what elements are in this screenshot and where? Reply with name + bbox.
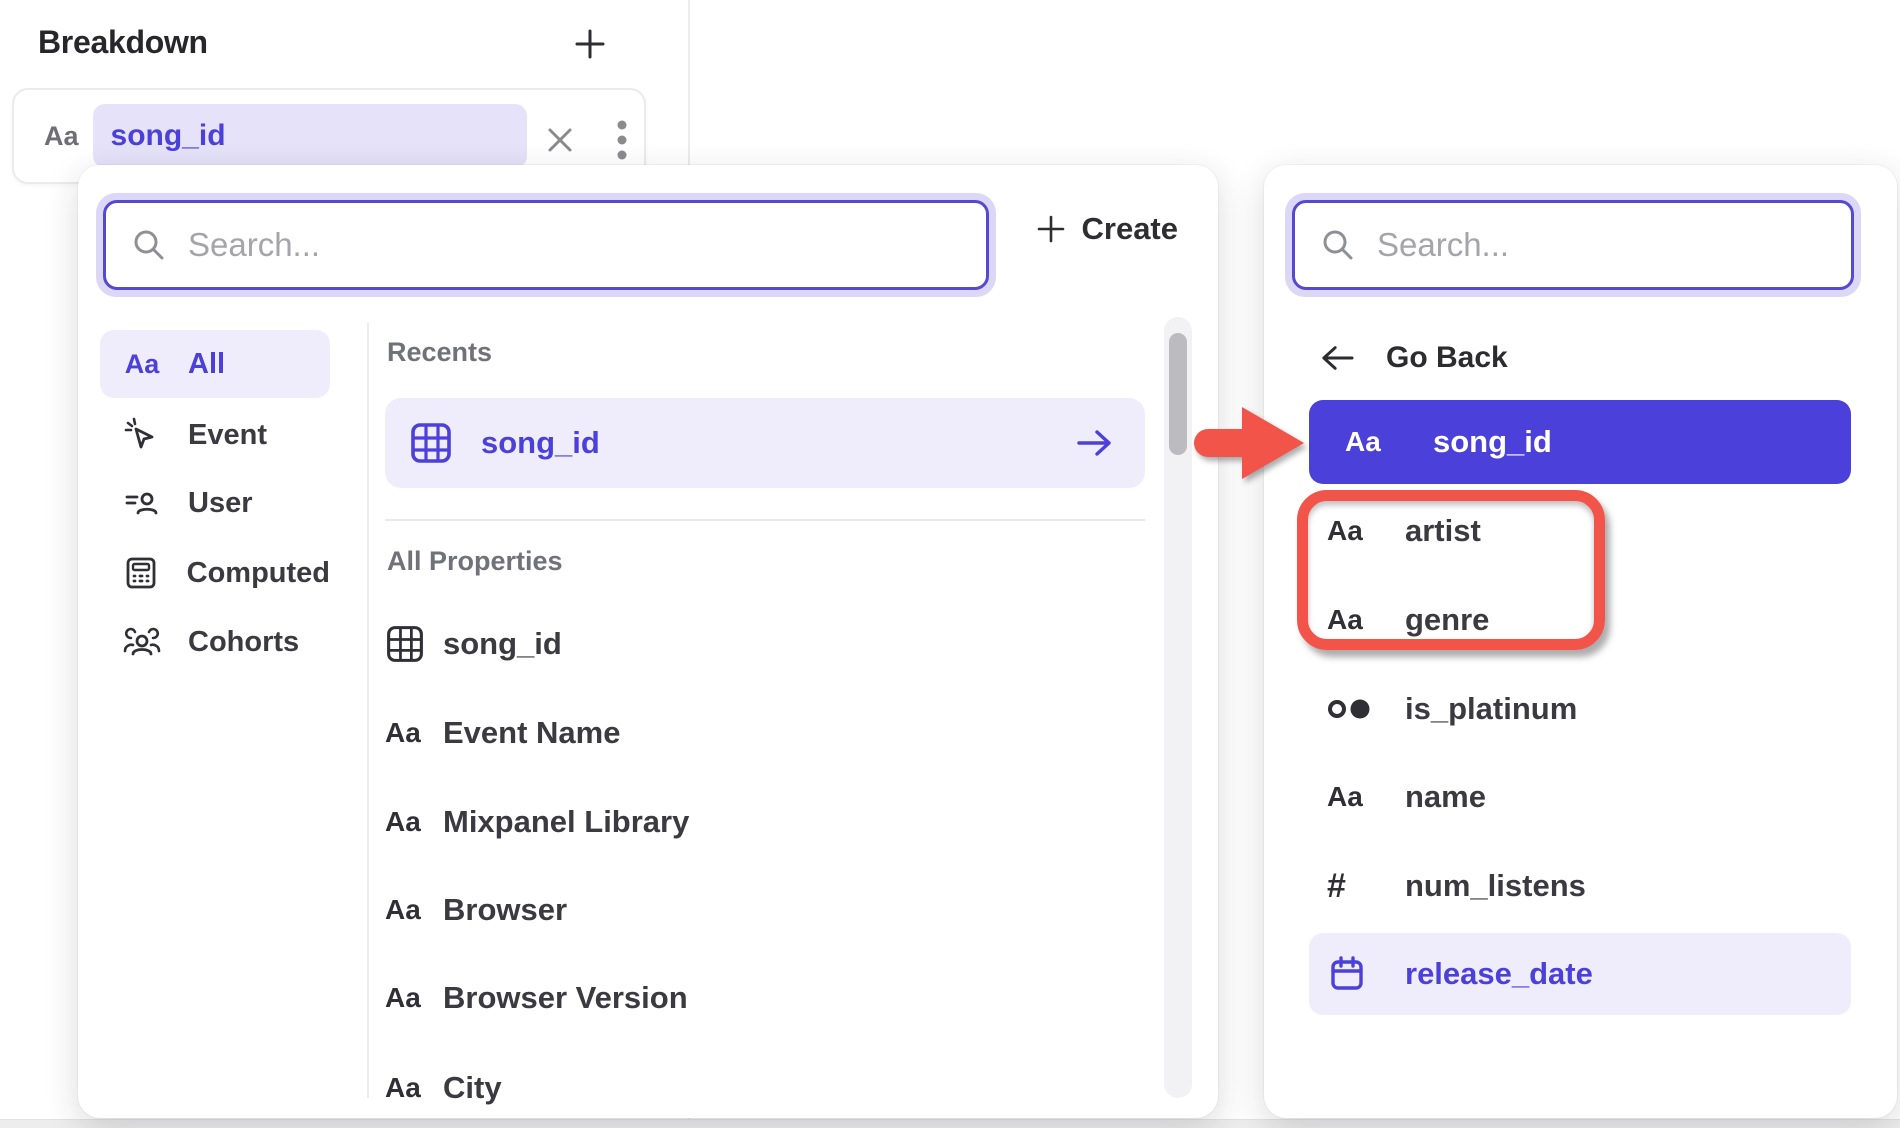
field-row-is-platinum[interactable]: is_platinum xyxy=(1309,678,1739,740)
field-row-artist[interactable]: Aa artist xyxy=(1309,500,1739,562)
create-button-label: Create xyxy=(1082,211,1179,247)
annotation-red-arrow-icon xyxy=(1186,396,1318,490)
close-icon xyxy=(544,124,576,156)
event-cursor-icon xyxy=(122,417,162,453)
category-tab-event[interactable]: Event xyxy=(100,401,330,469)
text-type-icon: Aa xyxy=(122,349,162,380)
category-label: Cohorts xyxy=(188,626,299,659)
app-canvas: Breakdown Aa song_id xyxy=(0,0,1900,1128)
go-back-button[interactable]: Go Back xyxy=(1318,341,1508,375)
field-label: song_id xyxy=(1433,424,1552,460)
create-property-button[interactable]: Create xyxy=(1036,211,1179,247)
text-type-icon: Aa xyxy=(1327,604,1379,636)
property-value-popover: Go Back Aa song_id Aa artist Aa genre is… xyxy=(1264,165,1897,1118)
recent-item-song-id[interactable]: song_id xyxy=(385,398,1145,488)
list-divider xyxy=(385,519,1145,521)
search-icon xyxy=(132,228,166,262)
all-properties-header: All Properties xyxy=(387,546,563,577)
plus-icon xyxy=(1036,214,1066,244)
remove-breakdown-button[interactable] xyxy=(538,118,582,162)
field-label: name xyxy=(1405,779,1486,815)
search-field-wrap xyxy=(103,200,989,290)
search-icon xyxy=(1321,228,1355,262)
field-row-name[interactable]: Aa name xyxy=(1309,766,1739,828)
kebab-menu-icon xyxy=(616,118,628,162)
property-label: Browser xyxy=(443,892,567,928)
field-label: genre xyxy=(1405,602,1489,638)
search-field-wrap xyxy=(1292,200,1854,290)
recents-header: Recents xyxy=(387,337,492,368)
property-label: City xyxy=(443,1070,502,1106)
property-row-city[interactable]: Aa City xyxy=(385,1055,1125,1121)
add-breakdown-button[interactable] xyxy=(568,22,612,66)
breakdown-chip[interactable]: song_id xyxy=(93,104,527,168)
category-label: All xyxy=(188,348,225,381)
category-label: Event xyxy=(188,419,267,452)
property-row-mixpanel-library[interactable]: Aa Mixpanel Library xyxy=(385,789,1125,855)
field-row-genre[interactable]: Aa genre xyxy=(1309,589,1739,651)
field-row-num-listens[interactable]: # num_listens xyxy=(1309,855,1739,917)
text-type-icon: Aa xyxy=(385,1072,443,1104)
property-row-browser[interactable]: Aa Browser xyxy=(385,877,1125,943)
number-type-icon: # xyxy=(1327,867,1379,906)
field-label: release_date xyxy=(1405,956,1593,992)
property-label: song_id xyxy=(443,626,562,662)
table-icon xyxy=(409,421,453,465)
text-type-icon: Aa xyxy=(1327,781,1379,813)
text-type-icon: Aa xyxy=(1345,426,1397,458)
text-type-icon: Aa xyxy=(385,894,443,926)
breakdown-section-title: Breakdown xyxy=(38,24,208,61)
sidebar-divider xyxy=(367,323,369,1098)
field-row-song-id[interactable]: Aa song_id xyxy=(1309,400,1851,484)
category-tab-cohorts[interactable]: Cohorts xyxy=(100,608,330,676)
scrollbar-thumb[interactable] xyxy=(1169,333,1187,455)
text-type-icon: Aa xyxy=(385,717,443,749)
search-input[interactable] xyxy=(188,226,986,264)
back-arrow-icon xyxy=(1318,343,1356,373)
breakdown-options-button[interactable] xyxy=(600,118,644,162)
field-row-release-date[interactable]: release_date xyxy=(1309,933,1851,1015)
go-back-label: Go Back xyxy=(1386,341,1508,375)
property-picker-popover: Create Aa All Event U xyxy=(78,165,1218,1118)
search-focus-ring xyxy=(1285,193,1861,297)
category-label: Computed xyxy=(187,557,330,590)
calendar-icon xyxy=(1327,954,1379,994)
recent-item-label: song_id xyxy=(481,425,1075,461)
panel-divider xyxy=(688,0,690,170)
breakdown-chip-value: song_id xyxy=(111,119,226,153)
property-label: Event Name xyxy=(443,715,620,751)
calculator-icon xyxy=(122,555,161,591)
plus-icon xyxy=(573,27,607,61)
user-icon xyxy=(122,485,162,521)
search-focus-ring xyxy=(96,193,996,297)
text-type-icon: Aa xyxy=(1327,515,1379,547)
boolean-type-icon xyxy=(1327,696,1379,722)
property-row-song-id[interactable]: song_id xyxy=(385,611,1125,677)
drilldown-arrow-icon xyxy=(1075,427,1115,459)
field-label: artist xyxy=(1405,513,1481,549)
category-tab-computed[interactable]: Computed xyxy=(100,539,330,607)
category-tab-all[interactable]: Aa All xyxy=(100,330,330,398)
field-label: num_listens xyxy=(1405,868,1586,904)
property-row-event-name[interactable]: Aa Event Name xyxy=(385,700,1125,766)
property-label: Browser Version xyxy=(443,980,688,1016)
property-label: Mixpanel Library xyxy=(443,804,689,840)
cohorts-people-icon xyxy=(122,624,162,660)
property-row-browser-version[interactable]: Aa Browser Version xyxy=(385,965,1125,1031)
category-label: User xyxy=(188,487,253,520)
text-type-icon: Aa xyxy=(385,806,443,838)
field-label: is_platinum xyxy=(1405,691,1577,727)
text-type-icon: Aa xyxy=(385,982,443,1014)
table-icon xyxy=(385,624,443,664)
search-input[interactable] xyxy=(1377,226,1851,264)
category-tab-user[interactable]: User xyxy=(100,469,330,537)
string-type-icon: Aa xyxy=(44,121,79,152)
